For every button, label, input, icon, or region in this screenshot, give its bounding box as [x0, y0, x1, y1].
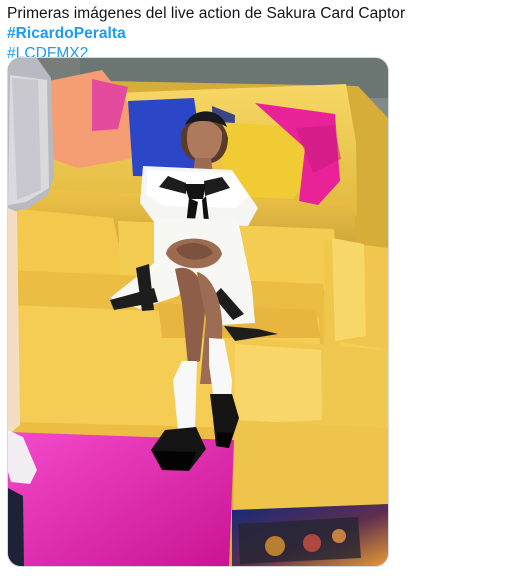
tweet-text: Primeras imágenes del live action de Sak… [7, 4, 519, 64]
hashtag-ricardoperalta[interactable]: #RicardoPeralta [7, 25, 126, 42]
photo-icon[interactable] [8, 58, 388, 566]
tweet-media[interactable] [7, 57, 389, 567]
tweet-card: Primeras imágenes del live action de Sak… [0, 0, 524, 576]
tweet-main-text: Primeras imágenes del live action de Sak… [7, 5, 406, 22]
